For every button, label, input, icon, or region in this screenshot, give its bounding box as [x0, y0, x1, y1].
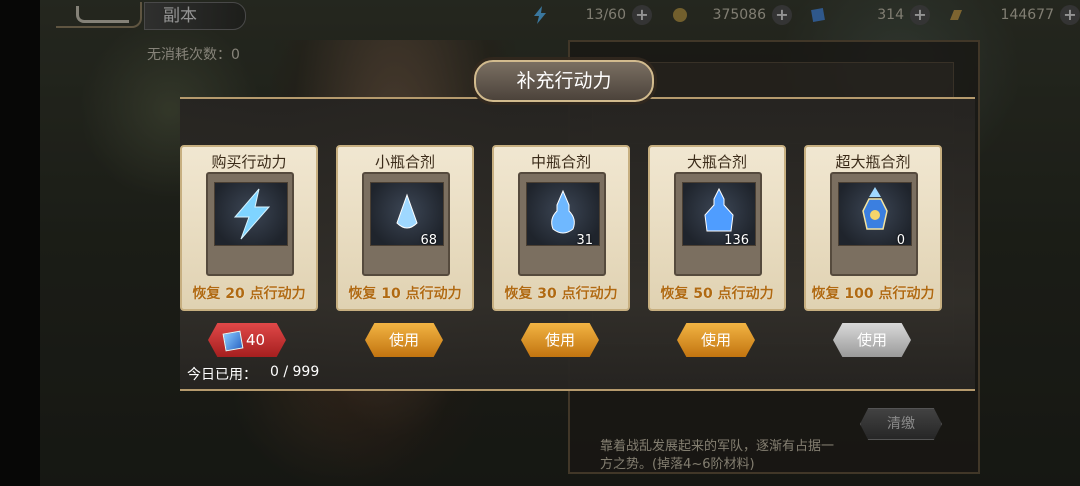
item-count: 31 — [576, 233, 593, 248]
item-frame — [206, 172, 294, 276]
buy-energy-button[interactable]: 40 — [208, 323, 286, 357]
item-slot[interactable]: 136 — [682, 182, 756, 248]
use-small-potion-button[interactable]: 使用 — [365, 323, 443, 357]
card-desc: 恢复 30 点行动力 — [504, 286, 618, 302]
card-desc: 恢复 100 点行动力 — [811, 286, 935, 302]
use-xl-potion-button[interactable]: 使用 — [833, 323, 911, 357]
card-desc: 恢复 10 点行动力 — [348, 286, 462, 302]
card-name: 大瓶合剂 — [686, 153, 747, 171]
item-frame: 31 — [518, 172, 606, 276]
gem-icon — [222, 330, 244, 352]
item-slot[interactable]: 31 — [526, 182, 600, 248]
card-small-potion: 小瓶合剂 68 恢复 10 点行动力 — [336, 145, 474, 311]
card-name: 超大瓶合剂 — [835, 153, 911, 171]
item-frame: 0 — [830, 172, 918, 276]
card-buy-energy: 购买行动力 恢复 20 点行动力 — [180, 145, 318, 311]
card-large-potion: 大瓶合剂 136 恢复 50 点行动力 — [648, 145, 786, 311]
card-medium-potion: 中瓶合剂 31 恢复 30 点行动力 — [492, 145, 630, 311]
item-count: 136 — [724, 233, 749, 248]
card-name: 购买行动力 — [211, 153, 287, 171]
card-desc: 恢复 20 点行动力 — [192, 286, 306, 302]
item-count: 68 — [420, 233, 437, 248]
modal-title: 补充行动力 — [474, 60, 654, 102]
card-name: 小瓶合剂 — [374, 153, 435, 171]
buy-price: 40 — [246, 331, 266, 349]
item-slot[interactable]: 68 — [370, 182, 444, 248]
card-xl-potion: 超大瓶合剂 0 恢复 100 点行动力 — [804, 145, 942, 311]
card-name: 中瓶合剂 — [530, 153, 591, 171]
item-slot[interactable]: 0 — [838, 182, 912, 248]
item-slot[interactable] — [214, 182, 288, 246]
use-medium-potion-button[interactable]: 使用 — [521, 323, 599, 357]
item-frame: 68 — [362, 172, 450, 276]
item-count: 0 — [896, 233, 905, 248]
used-today-label: 今日已用： — [187, 367, 257, 383]
used-today-value: 0 / 999 — [270, 364, 320, 380]
lightning-icon — [233, 188, 271, 240]
use-large-potion-button[interactable]: 使用 — [677, 323, 755, 357]
item-frame: 136 — [674, 172, 762, 276]
card-desc: 恢复 50 点行动力 — [660, 286, 774, 302]
